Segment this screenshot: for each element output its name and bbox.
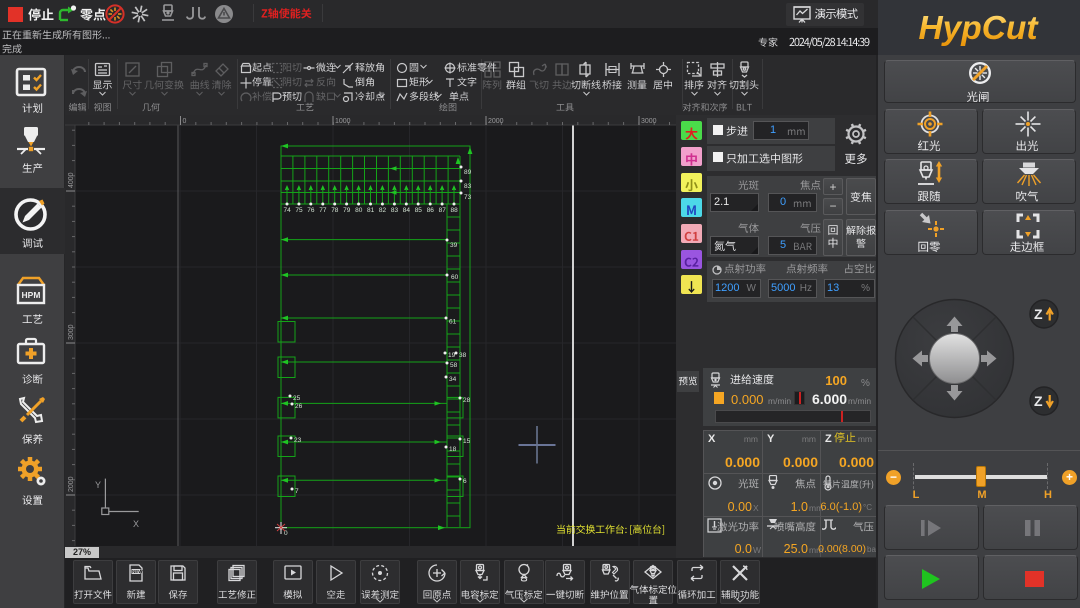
svg-text:Y: Y bbox=[95, 480, 101, 490]
svg-text:4000: 4000 bbox=[68, 172, 75, 188]
svg-text:28: 28 bbox=[463, 397, 471, 404]
svg-text:38: 38 bbox=[459, 352, 467, 359]
svg-text:80: 80 bbox=[355, 207, 363, 214]
svg-text:76: 76 bbox=[307, 207, 315, 214]
svg-text:1000: 1000 bbox=[335, 118, 351, 125]
svg-text:85: 85 bbox=[415, 207, 423, 214]
svg-text:83: 83 bbox=[464, 183, 472, 190]
svg-text:NEW: NEW bbox=[132, 569, 143, 574]
svg-text:87: 87 bbox=[439, 207, 447, 214]
svg-text:73: 73 bbox=[464, 194, 472, 201]
svg-text:X: X bbox=[133, 519, 139, 529]
svg-text:3000: 3000 bbox=[641, 118, 657, 125]
svg-text:84: 84 bbox=[403, 207, 411, 214]
svg-text:19: 19 bbox=[448, 352, 456, 359]
svg-text:HPM: HPM bbox=[22, 290, 41, 300]
svg-text:74: 74 bbox=[284, 207, 292, 214]
svg-text:15: 15 bbox=[463, 438, 471, 445]
svg-text:82: 82 bbox=[379, 207, 387, 214]
svg-text:6: 6 bbox=[463, 478, 467, 485]
svg-text:3000: 3000 bbox=[68, 324, 75, 340]
svg-text:34: 34 bbox=[449, 376, 457, 383]
svg-text:HypCut: HypCut bbox=[918, 10, 1039, 47]
svg-text:81: 81 bbox=[367, 207, 375, 214]
svg-text:89: 89 bbox=[464, 169, 472, 176]
svg-text:Z: Z bbox=[1034, 393, 1043, 409]
svg-text:0: 0 bbox=[183, 118, 187, 125]
svg-text:88: 88 bbox=[451, 207, 459, 214]
svg-text:60: 60 bbox=[451, 274, 459, 281]
svg-text:39: 39 bbox=[450, 242, 458, 249]
svg-text:2000: 2000 bbox=[68, 476, 75, 492]
svg-text:7: 7 bbox=[295, 488, 299, 495]
svg-text:83: 83 bbox=[391, 207, 399, 214]
svg-text:26: 26 bbox=[295, 403, 303, 410]
svg-text:Z: Z bbox=[1034, 306, 1043, 322]
svg-text:58: 58 bbox=[450, 362, 458, 369]
svg-text:77: 77 bbox=[319, 207, 327, 214]
svg-text:18: 18 bbox=[449, 446, 457, 453]
svg-text:2000: 2000 bbox=[488, 118, 504, 125]
svg-text:78: 78 bbox=[331, 207, 339, 214]
svg-text:86: 86 bbox=[427, 207, 435, 214]
svg-text:25: 25 bbox=[293, 395, 301, 402]
svg-text:23: 23 bbox=[294, 437, 302, 444]
svg-text:79: 79 bbox=[343, 207, 351, 214]
svg-text:75: 75 bbox=[295, 207, 303, 214]
svg-text:61: 61 bbox=[449, 319, 457, 326]
